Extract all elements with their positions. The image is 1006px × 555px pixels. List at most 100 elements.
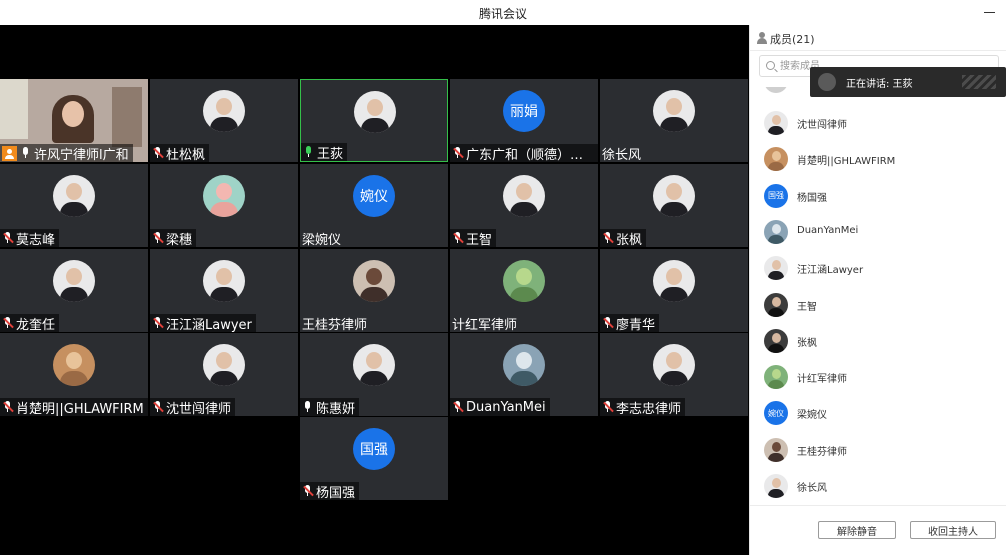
avatar-body <box>768 234 784 244</box>
avatar-head <box>66 183 82 200</box>
member-name: 梁婉仪 <box>797 410 827 422</box>
avatar-text: 国强 <box>353 428 395 470</box>
name-bar: 沈世闯律师 <box>150 398 236 417</box>
avatar-body <box>510 287 538 302</box>
participant-name: 徐长风 <box>602 147 642 163</box>
participant-name: 沈世闯律师 <box>166 401 232 417</box>
camera-feed-scene-window <box>0 79 28 139</box>
avatar <box>203 90 245 132</box>
member-row[interactable]: 王桂芬律师 <box>750 432 1006 468</box>
participant-name: 王智 <box>466 232 493 248</box>
avatar-body <box>210 117 238 132</box>
avatar <box>764 219 788 244</box>
member-row[interactable]: 徐长风 <box>750 468 1006 504</box>
avatar <box>354 91 396 133</box>
avatar <box>353 344 395 386</box>
avatar <box>353 260 395 302</box>
video-tile[interactable]: 徐长风 <box>600 79 748 162</box>
participant-name: 陈惠妍 <box>316 401 356 417</box>
member-row[interactable]: 汪江涵Lawyer <box>750 250 1006 286</box>
mic-icon <box>20 147 31 159</box>
video-tile[interactable]: 计红军律师 <box>450 249 598 332</box>
name-bar: 龙奎任 <box>0 314 60 333</box>
video-tile[interactable]: 汪江涵Lawyer <box>150 249 298 332</box>
minimize-button[interactable] <box>978 0 1002 25</box>
participant-name: 许风宁律师l广和 <box>34 147 129 163</box>
avatar-body <box>660 371 688 386</box>
member-name: 沈世闯律师 <box>797 120 847 131</box>
video-tile[interactable]: 国强杨国强 <box>300 417 448 500</box>
video-tile[interactable]: 丽娟 广东广和（顺德）律… <box>450 79 598 162</box>
video-tile[interactable]: 梁穗 <box>150 164 298 247</box>
name-bar: 计红军律师 <box>450 314 521 333</box>
member-row[interactable]: 张枫 <box>750 323 1006 359</box>
member-list: 沈世闯律师肖楚明||GHLAWFIRM 国强 杨国强 DuanYanMei 汪江涵Law… <box>750 87 1006 505</box>
video-tile[interactable]: 廖青华 <box>600 249 748 332</box>
video-tile[interactable]: 沈世闯律师 <box>150 333 298 416</box>
video-tile[interactable]: 莫志峰 <box>0 164 148 247</box>
mic-muted-icon <box>2 401 14 413</box>
participant-name: 杨国强 <box>316 485 356 501</box>
avatar <box>53 175 95 217</box>
avatar-body <box>768 452 784 462</box>
member-name: 肖楚明||GHLAWFIRM <box>797 156 896 168</box>
avatar <box>764 365 788 390</box>
participant-name: 李志忠律师 <box>616 401 682 417</box>
video-tile[interactable]: 婉仪 梁婉仪 <box>300 164 448 247</box>
avatar-head <box>66 268 82 285</box>
avatar-head <box>216 183 232 200</box>
avatar-body <box>768 162 784 172</box>
video-tile[interactable]: 杜松枫 <box>150 79 298 162</box>
video-tile[interactable]: 王桂芬律师 <box>300 249 448 332</box>
member-row[interactable]: 肖楚明||GHLAWFIRM <box>750 141 1006 177</box>
video-tile[interactable]: DuanYanMei <box>450 333 598 416</box>
avatar <box>53 260 95 302</box>
avatar-head <box>216 268 232 285</box>
members-icon <box>756 32 768 44</box>
participant-name: 龙奎任 <box>16 317 56 333</box>
member-row[interactable]: 王智 <box>750 287 1006 323</box>
avatar-head <box>772 260 781 271</box>
member-row[interactable]: 国强 杨国强 <box>750 178 1006 214</box>
member-row[interactable]: 沈世闯律师 <box>750 105 1006 141</box>
member-name: 张枫 <box>797 337 817 349</box>
avatar-head <box>772 369 781 380</box>
name-bar: 王荻 <box>301 143 348 162</box>
name-bar: 廖青华 <box>600 314 660 332</box>
mic-muted-icon <box>302 485 314 497</box>
avatar <box>764 111 788 135</box>
search-icon <box>766 61 775 70</box>
video-tile[interactable]: 肖楚明||GHLAWFIRM <box>0 333 148 416</box>
video-tile[interactable]: 王智 <box>450 164 598 247</box>
avatar-body <box>768 126 784 135</box>
video-tile[interactable]: 龙奎任 <box>0 249 148 332</box>
member-panel-header: 成员(21) <box>750 25 1006 51</box>
video-tile[interactable]: 许风宁律师l广和 <box>0 79 148 162</box>
member-row[interactable]: DuanYanMei <box>750 214 1006 250</box>
reclaim-host-button[interactable]: 收回主持人 <box>910 521 996 539</box>
member-row[interactable]: 婉仪 梁婉仪 <box>750 395 1006 431</box>
name-bar: 梁穗 <box>150 229 197 248</box>
name-bar: 许风宁律师l广和 <box>0 144 133 162</box>
participant-name: 梁婉仪 <box>302 232 342 248</box>
video-tile[interactable]: 李志忠律师 <box>600 333 748 416</box>
participant-name: 梁穗 <box>166 232 193 248</box>
avatar <box>53 344 95 386</box>
avatar-head <box>216 98 232 115</box>
member-panel-footer: 解除静音 收回主持人 <box>750 505 1006 555</box>
participant-name: 王荻 <box>317 146 344 162</box>
avatar-body <box>768 307 784 317</box>
name-bar: 杜松枫 <box>150 144 210 162</box>
video-tile[interactable]: 张枫 <box>600 164 748 247</box>
avatar <box>503 175 545 217</box>
avatar-head <box>666 268 682 285</box>
unmute-button[interactable]: 解除静音 <box>818 521 896 539</box>
avatar <box>653 344 695 386</box>
audio-wave-icon <box>962 75 996 89</box>
title-bar: 腾讯会议 <box>0 0 1006 25</box>
member-row[interactable]: 计红军律师 <box>750 359 1006 395</box>
avatar-text: 国强 <box>764 183 788 208</box>
avatar-body <box>660 202 688 217</box>
video-tile[interactable]: 陈惠妍 <box>300 333 448 416</box>
video-tile[interactable]: 王荻 <box>300 79 448 162</box>
